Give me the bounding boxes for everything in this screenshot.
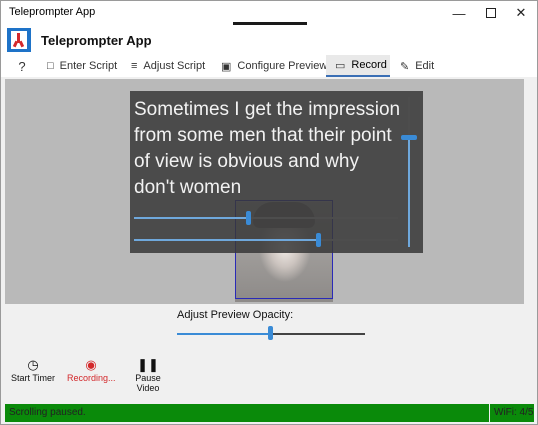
portrait-icon: ▣ xyxy=(221,60,232,73)
record-button[interactable]: ◉ Recording... xyxy=(67,357,116,383)
tab-enter-script[interactable]: □ Enter Script xyxy=(47,55,117,77)
pencil-icon: ✎ xyxy=(400,60,410,73)
slider-thumb[interactable] xyxy=(316,233,321,247)
app-header: Teleprompter App xyxy=(1,25,537,55)
maximize-button[interactable] xyxy=(475,1,507,25)
pause-icon: ❚❚ xyxy=(137,357,159,372)
opacity-label: Adjust Preview Opacity: xyxy=(177,309,294,321)
tab-label: Enter Script xyxy=(59,60,118,72)
window-title: Teleprompter App xyxy=(9,6,96,18)
app-window: Teleprompter App — ✕ Teleprompter App ? … xyxy=(0,0,538,425)
camera-icon: ▭ xyxy=(335,59,346,72)
pause-video-label: Pause Video xyxy=(135,373,161,393)
horizontal-slider-1[interactable] xyxy=(134,211,398,225)
start-timer-label: Start Timer xyxy=(11,373,56,383)
status-message: Scrolling paused. xyxy=(9,407,86,418)
list-icon: ≡ xyxy=(131,60,138,72)
tab-label: Record xyxy=(351,59,387,71)
close-icon: ✕ xyxy=(515,5,527,20)
tab-adjust-script[interactable]: ≡ Adjust Script xyxy=(131,55,205,77)
tab-bar: ? □ Enter Script ≡ Adjust Script ▣ Confi… xyxy=(1,55,537,77)
slider-thumb[interactable] xyxy=(401,135,417,140)
tab-configure-preview[interactable]: ▣ Configure Preview xyxy=(221,55,327,77)
minimize-icon: — xyxy=(452,5,466,21)
help-icon: ? xyxy=(18,58,26,74)
close-button[interactable]: ✕ xyxy=(505,1,537,25)
title-bar: Teleprompter App — ✕ xyxy=(1,1,537,30)
script-text: Sometimes I get the impression from some… xyxy=(134,99,401,198)
pause-video-button[interactable]: ❚❚ Pause Video xyxy=(123,357,173,393)
opacity-slider[interactable] xyxy=(177,326,365,340)
start-timer-button[interactable]: ◷ Start Timer xyxy=(11,357,55,383)
record-icon: ◉ xyxy=(85,357,97,372)
minimize-button[interactable]: — xyxy=(443,1,475,25)
tab-record[interactable]: ▭ Record xyxy=(326,55,390,77)
record-label: Recording... xyxy=(67,373,116,383)
script-overlay: Sometimes I get the impression from some… xyxy=(130,91,423,253)
tab-label: Adjust Script xyxy=(143,60,206,72)
slider-thumb[interactable] xyxy=(246,211,251,225)
wifi-status: WiFi: 4/5 xyxy=(490,404,534,422)
tab-edit[interactable]: ✎ Edit xyxy=(400,55,434,77)
app-title: Teleprompter App xyxy=(41,33,152,48)
horizontal-slider-2[interactable] xyxy=(134,233,398,247)
wifi-label: WiFi: 4/5 xyxy=(494,407,534,418)
clock-icon: ◷ xyxy=(27,357,39,372)
tab-help[interactable]: ? xyxy=(11,55,33,77)
tab-label: Edit xyxy=(415,60,435,72)
maximize-icon xyxy=(486,8,496,18)
tab-label: Configure Preview xyxy=(237,60,328,72)
app-logo-icon xyxy=(7,28,31,52)
opacity-slider-thumb[interactable] xyxy=(268,326,273,340)
camera-preview: Sometimes I get the impression from some… xyxy=(5,79,524,304)
chat-icon: □ xyxy=(47,60,54,72)
status-bar: Scrolling paused. xyxy=(5,404,489,422)
vertical-slider[interactable] xyxy=(401,97,417,247)
